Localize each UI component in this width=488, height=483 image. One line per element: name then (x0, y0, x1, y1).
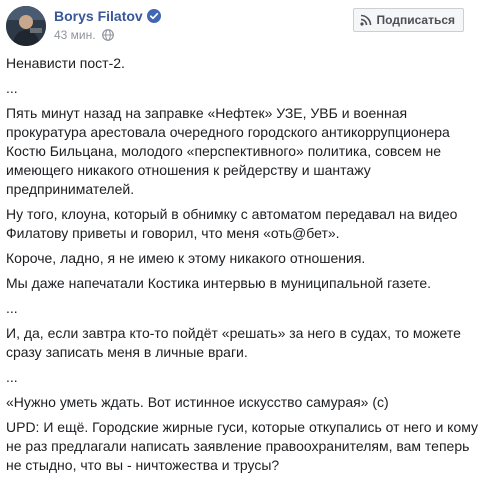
post-paragraph: UPD: И ещё. Городские жирные гуси, котор… (6, 419, 479, 473)
subscribe-label: Подписаться (376, 13, 455, 27)
post-paragraph: Ну того, клоуна, который в обнимку с авт… (6, 206, 458, 241)
post-paragraph: ... (6, 369, 18, 385)
post-content: Ненависти пост-2. ... Пять минут назад н… (6, 54, 480, 481)
post-paragraph: Ненависти пост-2. (6, 55, 125, 71)
author-name[interactable]: Borys Filatov (54, 8, 143, 24)
avatar[interactable] (6, 6, 46, 46)
facebook-post: Borys Filatov 43 мин. Подписаться Ненави… (0, 0, 488, 483)
post-paragraph: ... (6, 80, 18, 96)
post-paragraph: Мы даже напечатали Костика интервью в му… (6, 275, 432, 291)
rss-icon (359, 14, 371, 26)
post-paragraph: «Нужно уметь ждать. Вот истинное искусст… (6, 394, 389, 410)
post-header: Borys Filatov 43 мин. Подписаться (6, 6, 482, 50)
avatar-photo (6, 6, 46, 46)
post-paragraph: Пять минут назад на заправке «Нефтек» УЗ… (6, 105, 450, 197)
post-time[interactable]: 43 мин. (54, 28, 96, 42)
author-line: Borys Filatov (54, 8, 161, 24)
post-paragraph: Короче, ладно, я не имею к этому никаког… (6, 250, 366, 266)
globe-icon[interactable] (101, 29, 114, 41)
post-paragraph: И, да, если завтра кто-то пойдёт «решать… (6, 325, 461, 360)
post-paragraph: ... (6, 300, 18, 316)
subscribe-button[interactable]: Подписаться (352, 8, 464, 32)
verified-badge-icon (146, 9, 161, 23)
post-meta: 43 мин. (54, 28, 114, 42)
